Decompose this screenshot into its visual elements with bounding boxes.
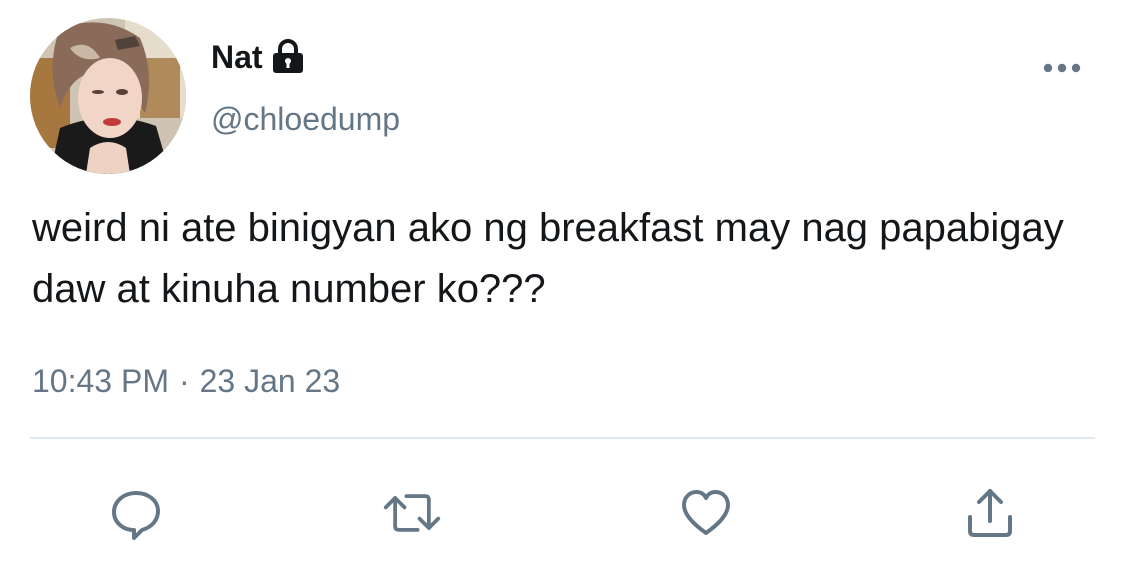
tweet-date[interactable]: 23 Jan 23 <box>200 360 341 402</box>
avatar[interactable] <box>30 18 186 174</box>
share-button[interactable] <box>960 483 1020 543</box>
tweet-text: weird ni ate binigyan ako ng breakfast m… <box>32 206 1075 311</box>
lock-icon <box>271 39 305 75</box>
retweet-button[interactable] <box>382 483 442 543</box>
like-button[interactable] <box>676 483 736 543</box>
share-icon <box>968 489 1012 537</box>
author-name-row[interactable]: Nat <box>211 36 305 78</box>
reply-button[interactable] <box>106 483 166 543</box>
tweet-time[interactable]: 10:43 PM <box>32 360 169 402</box>
tweet-meta: 10:43 PM · 23 Jan 23 <box>32 360 340 402</box>
heart-icon <box>682 490 730 535</box>
author-handle[interactable]: @chloedump <box>211 98 400 140</box>
divider <box>30 437 1095 439</box>
more-options-icon <box>1043 63 1081 73</box>
avatar-photo <box>30 18 186 174</box>
retweet-icon <box>383 494 441 532</box>
display-name[interactable]: Nat <box>211 36 263 78</box>
reply-icon <box>112 491 160 540</box>
more-options-button[interactable] <box>1038 54 1086 82</box>
meta-separator: · <box>178 363 190 399</box>
